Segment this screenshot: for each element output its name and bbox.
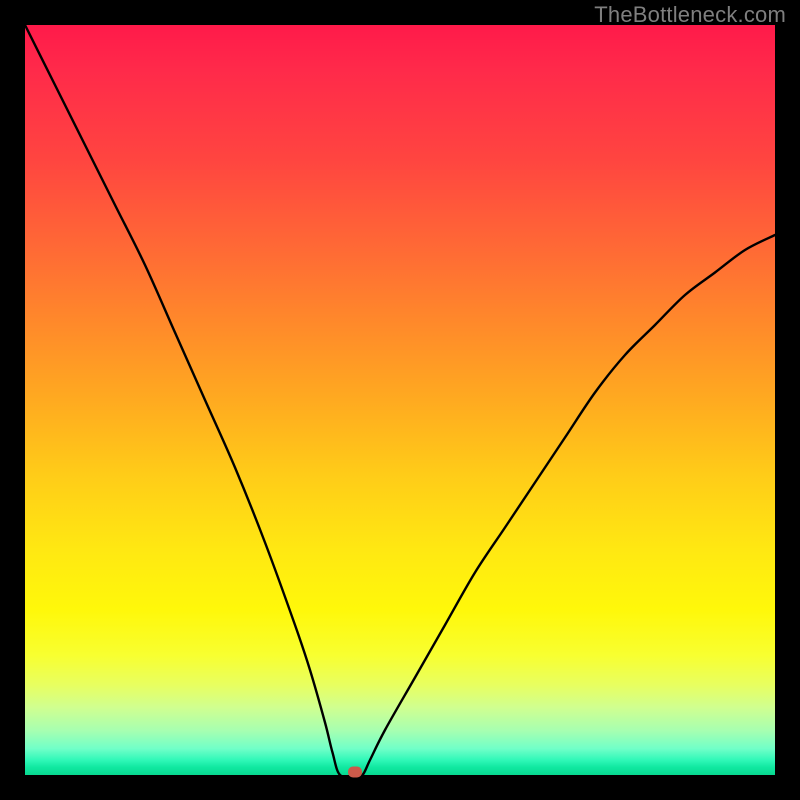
chart-container: TheBottleneck.com	[0, 0, 800, 800]
plot-area	[25, 25, 775, 775]
optimum-marker	[348, 767, 362, 778]
watermark-text: TheBottleneck.com	[594, 2, 786, 28]
bottleneck-curve	[25, 25, 775, 775]
